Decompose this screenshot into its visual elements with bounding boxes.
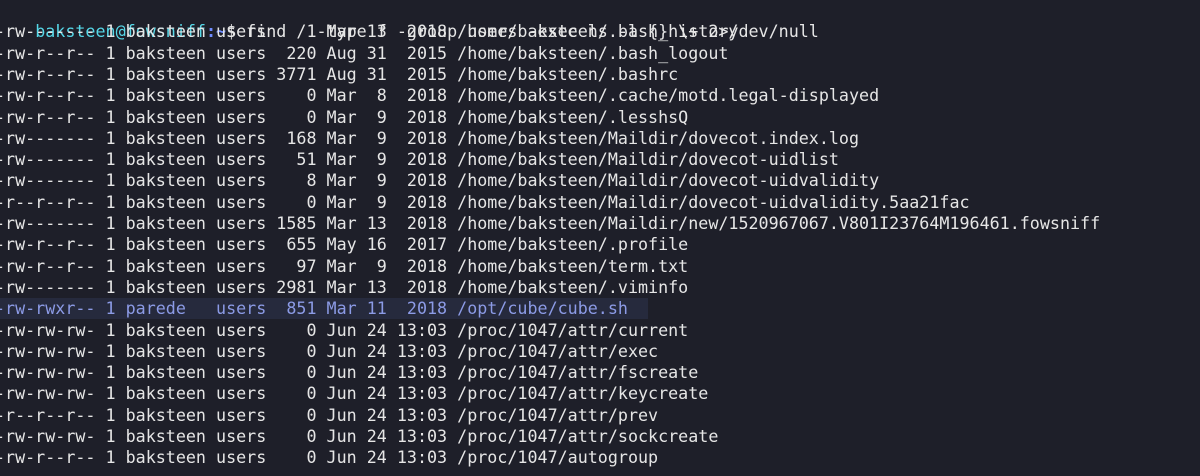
output-line: -rw------- 1 baksteen users 1 Mar 13 201…	[0, 21, 739, 42]
output-line: -rw-r--r-- 1 baksteen users 0 Mar 8 2018…	[0, 85, 880, 106]
output-line: -rw-r--r-- 1 baksteen users 3771 Aug 31 …	[0, 63, 679, 84]
prompt-line: baksteen@fowsniff:~$ find / -type f -gro…	[0, 0, 819, 41]
output-line: -r--r--r-- 1 baksteen users 0 Mar 9 2018…	[0, 191, 970, 212]
output-line: -rw-r--r-- 1 baksteen users 0 Mar 9 2018…	[0, 106, 689, 127]
output-line: -rw-r--r-- 1 baksteen users 0 Jun 24 13:…	[0, 447, 659, 468]
output-line: -rw------- 1 baksteen users 1585 Mar 13 …	[0, 213, 1101, 233]
output-line: -r--r--r-- 1 baksteen users 0 Jun 24 13:…	[0, 404, 659, 425]
output-line: -rw-r--r-- 1 baksteen users 97 Mar 9 201…	[0, 255, 689, 276]
output-line: -rw-rw-rw- 1 baksteen users 0 Jun 24 13:…	[0, 426, 719, 446]
output-line: -rw-rw-rw- 1 baksteen users 0 Jun 24 13:…	[0, 340, 659, 361]
output-line: -rw------- 1 baksteen users 8 Mar 9 2018…	[0, 170, 880, 191]
output-line: -rw-rw-rw- 1 baksteen users 0 Jun 24 13:…	[0, 383, 709, 404]
output-line: -rw------- 1 baksteen users 168 Mar 9 20…	[0, 127, 860, 148]
output-line: -rw-r--r-- 1 baksteen users 220 Aug 31 2…	[0, 42, 729, 63]
terminal-window[interactable]: baksteen@fowsniff:~$ find / -type f -gro…	[0, 0, 1200, 476]
output-line: -rw------- 1 baksteen users 51 Mar 9 201…	[0, 149, 839, 170]
output-line: -rw------- 1 baksteen users 2981 Mar 13 …	[0, 276, 689, 297]
output-line: -rw-rw-rw- 1 baksteen users 0 Jun 24 13:…	[0, 362, 699, 383]
output-line: -rw-r--r-- 1 baksteen users 655 May 16 2…	[0, 234, 689, 255]
highlighted-output-line: -rw-rwxr-- 1 parede users 851 Mar 11 201…	[0, 298, 648, 320]
output-line: -rw-rw-rw- 1 baksteen users 0 Jun 24 13:…	[0, 319, 689, 340]
